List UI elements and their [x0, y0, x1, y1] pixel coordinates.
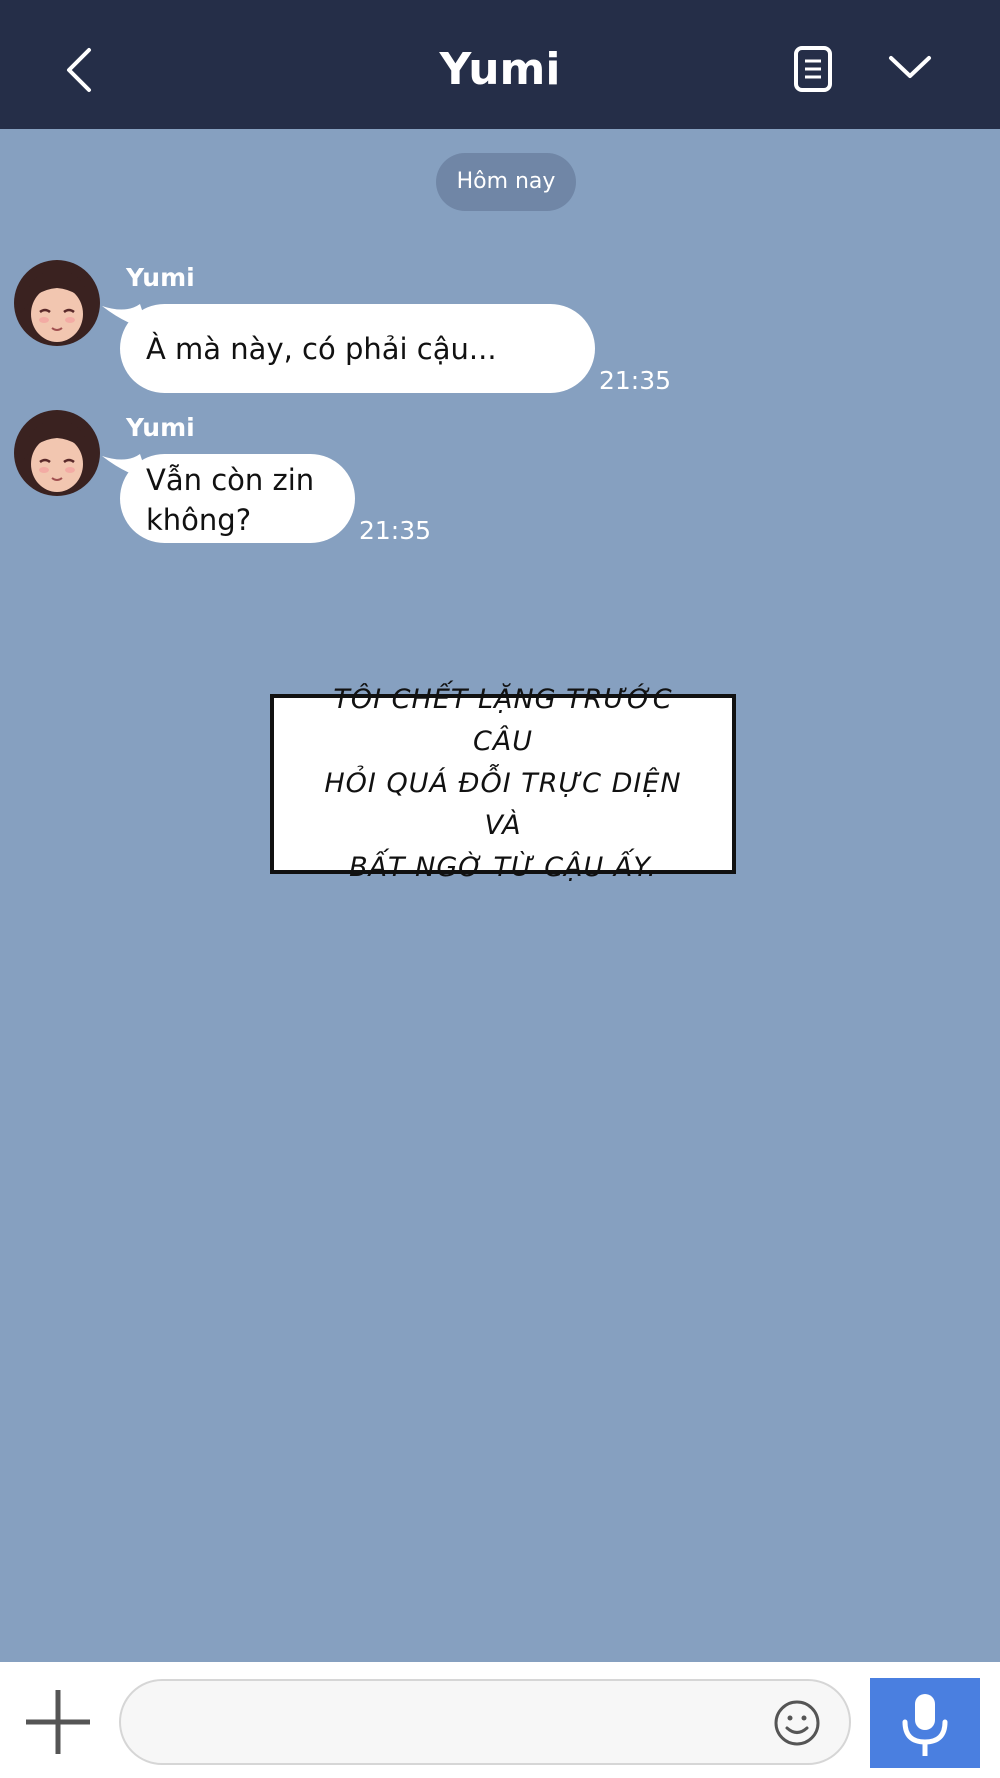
message-text-line: Vẫn còn zin — [146, 463, 315, 497]
avatar-image — [14, 410, 100, 496]
chevron-down-icon — [889, 56, 931, 78]
message-bubble[interactable]: Vẫn còn zin không? — [102, 454, 355, 543]
menu-toggle-button[interactable] — [885, 48, 935, 88]
avatar-image — [14, 260, 100, 346]
sender-name: Yumi — [126, 413, 195, 442]
bubble-tail — [102, 304, 148, 328]
narration-caption-box: TÔI CHẾT LẶNG TRƯỚC CÂU HỎI QUÁ ĐỖI TRỰC… — [270, 684, 736, 883]
message-text: À mà này, có phải cậu... — [146, 332, 497, 366]
add-attachment-button[interactable] — [22, 1686, 94, 1758]
plus-icon — [26, 1690, 90, 1754]
message-bubble[interactable]: À mà này, có phải cậu... — [102, 304, 595, 393]
message-time: 21:35 — [359, 516, 432, 545]
emoji-icon — [774, 1700, 820, 1746]
voice-message-button[interactable] — [870, 1678, 980, 1768]
caption-line: HỎI QUÁ ĐỖI TRỰC DIỆN VÀ — [324, 768, 682, 841]
message-text-line: không? — [146, 503, 252, 537]
narration-caption-text: TÔI CHẾT LẶNG TRƯỚC CÂU HỎI QUÁ ĐỖI TRỰC… — [308, 679, 698, 889]
date-separator: Hôm nay — [436, 153, 576, 211]
avatar[interactable] — [14, 410, 100, 496]
message-input-bar — [0, 1662, 1000, 1778]
caption-line: TÔI CHẾT LẶNG TRƯỚC CÂU — [333, 684, 673, 757]
notes-icon — [794, 46, 832, 92]
message-input[interactable] — [119, 1679, 851, 1765]
notes-button[interactable] — [790, 44, 838, 94]
emoji-button[interactable] — [772, 1698, 822, 1748]
bubble-tail — [102, 454, 148, 478]
caption-line: BẤT NGỜ TỪ CẬU ẤY. — [349, 852, 657, 883]
chat-title: Yumi — [439, 44, 561, 95]
microphone-icon — [902, 1694, 948, 1756]
sender-name: Yumi — [126, 263, 195, 292]
avatar[interactable] — [14, 260, 100, 346]
message-time: 21:35 — [599, 366, 672, 395]
chat-header: Yumi — [0, 0, 1000, 129]
